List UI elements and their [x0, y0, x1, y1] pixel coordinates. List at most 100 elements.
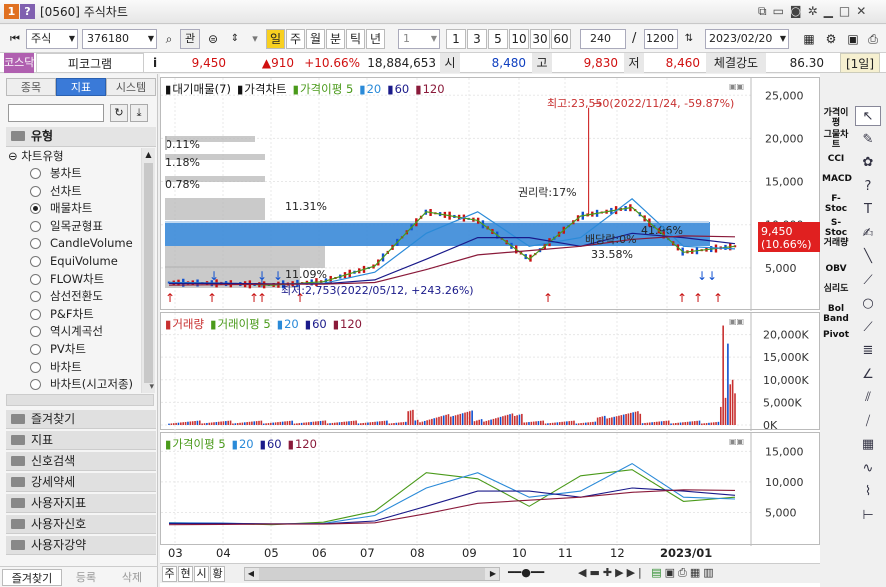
- line-icon[interactable]: ╲: [855, 247, 881, 267]
- scroll-right-icon[interactable]: ▶: [487, 568, 499, 580]
- save-icon[interactable]: ▣: [844, 29, 862, 49]
- tab-stock[interactable]: 종목: [6, 78, 56, 96]
- play-icon[interactable]: ▶: [615, 566, 626, 579]
- folder-item[interactable]: 사용자지표: [6, 494, 156, 513]
- link-icon[interactable]: ⧉: [758, 4, 773, 18]
- tab-system[interactable]: 시스템: [106, 78, 156, 96]
- chart-icon[interactable]: ▦: [690, 566, 703, 579]
- period-button[interactable]: 주: [286, 29, 305, 49]
- code-input[interactable]: 376180 ▼: [82, 29, 157, 49]
- ruler-icon[interactable]: ⊢: [855, 506, 881, 526]
- minus-icon[interactable]: ▬: [589, 566, 602, 579]
- indicator-shortcut[interactable]: 거래량: [822, 238, 850, 248]
- chart-type-item[interactable]: 삼선전환도: [0, 288, 140, 305]
- register-button[interactable]: 등록: [64, 569, 108, 586]
- tree-root[interactable]: ⊖ 차트유형: [8, 148, 148, 165]
- interval-button[interactable]: 10: [509, 29, 529, 49]
- indicator-shortcut[interactable]: F-Stoc: [822, 194, 850, 214]
- andrews-icon[interactable]: ⧸: [855, 412, 881, 432]
- interval-button[interactable]: 60: [551, 29, 571, 49]
- gann-icon[interactable]: ▦: [855, 435, 881, 455]
- scrollbar[interactable]: ▲: [141, 148, 155, 393]
- cycle-icon[interactable]: ⌇: [855, 482, 881, 502]
- plus-icon[interactable]: ✚: [603, 566, 615, 579]
- period-button[interactable]: 년: [366, 29, 385, 49]
- panel-controls[interactable]: ▣▣: [729, 82, 744, 91]
- indicator-shortcut[interactable]: Bol Band: [822, 304, 850, 324]
- view-button[interactable]: 현: [178, 566, 193, 582]
- folder-item[interactable]: 신호검색: [6, 452, 156, 471]
- radio-icon[interactable]: [30, 220, 41, 232]
- chart-type-item[interactable]: 봉차트: [0, 165, 140, 182]
- interval-button[interactable]: 5: [488, 29, 508, 49]
- time-scrollbar[interactable]: ◀ ▶: [244, 567, 500, 581]
- chart-type-item[interactable]: 역시계곡선: [0, 323, 140, 340]
- radio-icon[interactable]: [30, 168, 41, 179]
- layout-icon[interactable]: ▥: [703, 566, 716, 579]
- refresh-icon[interactable]: ↻: [110, 104, 128, 122]
- up-down-icon[interactable]: ⇕: [226, 29, 244, 49]
- h-scrollbar[interactable]: [6, 394, 154, 406]
- view-button[interactable]: 황: [210, 566, 225, 582]
- chart-type-item[interactable]: CandleVolume: [0, 235, 140, 252]
- favorite-button[interactable]: 관: [180, 29, 200, 49]
- period-button[interactable]: 틱: [346, 29, 365, 49]
- view-button[interactable]: 주: [162, 566, 177, 582]
- panel-controls[interactable]: ▣▣: [729, 437, 744, 446]
- download-icon[interactable]: ⤓: [130, 104, 148, 122]
- radio-icon[interactable]: [30, 291, 41, 303]
- section-type[interactable]: 유형: [6, 127, 156, 147]
- radio-icon[interactable]: [30, 256, 41, 267]
- channel-icon[interactable]: ⫽: [855, 388, 881, 408]
- minimize-icon[interactable]: ▁: [824, 4, 839, 18]
- chart-type-item[interactable]: 선차트: [0, 183, 140, 200]
- calendar-icon[interactable]: ▦: [800, 29, 818, 49]
- market-select[interactable]: 주식 ▼: [26, 29, 78, 49]
- interval-button[interactable]: 30: [530, 29, 550, 49]
- link-icon[interactable]: ⊜: [204, 29, 222, 49]
- indicator-shortcut[interactable]: S-Stoc: [822, 218, 850, 238]
- period-button[interactable]: 분: [326, 29, 345, 49]
- folder-item[interactable]: 즐겨찾기: [6, 410, 156, 429]
- panel-controls[interactable]: ▣▣: [729, 317, 744, 326]
- settings-icon[interactable]: ✲: [808, 4, 824, 18]
- dropdown-icon[interactable]: ▾: [246, 29, 264, 49]
- search-icon[interactable]: ⌕: [160, 29, 178, 49]
- pen-icon[interactable]: ✍: [855, 224, 881, 244]
- print-icon[interactable]: ⎙: [678, 566, 690, 579]
- tab-favorites[interactable]: 즐겨찾기: [2, 569, 62, 586]
- chart-type-item[interactable]: EquiVolume: [0, 253, 140, 270]
- ray-icon[interactable]: ⟋: [855, 271, 881, 291]
- period-button[interactable]: 월: [306, 29, 325, 49]
- indicator-shortcut[interactable]: Pivot: [822, 330, 850, 340]
- print-icon[interactable]: ⎙: [864, 29, 882, 49]
- zoom-slider[interactable]: ━━●━━: [508, 566, 574, 582]
- end-icon[interactable]: ▶|: [627, 566, 645, 579]
- ma-panel[interactable]: 15,000 10,000 5,000 ▮가격이평 5 ▮20 ▮60 ▮120 ▣▣: [160, 432, 820, 546]
- interval-select[interactable]: 1 ▼: [398, 29, 440, 49]
- price-panel[interactable]: 0.11% 1.18% 0.78% 11.31% 41.96% 33.58% 11.09% …: [160, 77, 820, 311]
- radio-icon[interactable]: [30, 308, 41, 320]
- indicator-shortcut[interactable]: 심리도: [822, 284, 850, 294]
- gear-icon[interactable]: ⚙: [822, 29, 840, 49]
- wave-icon[interactable]: ∿: [855, 459, 881, 479]
- fibo-icon[interactable]: ≣: [855, 341, 881, 361]
- angle-icon[interactable]: ∠: [855, 365, 881, 385]
- maximize-icon[interactable]: □: [839, 4, 856, 18]
- date-input[interactable]: 2023/02/20 ▼: [705, 29, 789, 49]
- scroll-up-icon[interactable]: ▲: [142, 148, 155, 161]
- interval-button[interactable]: 3: [467, 29, 487, 49]
- close-icon[interactable]: ✕: [856, 4, 872, 18]
- chart-type-item[interactable]: PV차트: [0, 341, 140, 358]
- radio-icon[interactable]: [30, 361, 41, 373]
- view-button[interactable]: 시: [194, 566, 209, 582]
- radio-icon[interactable]: [30, 326, 41, 338]
- eraser-icon[interactable]: ✎: [855, 130, 881, 150]
- radio-icon[interactable]: [30, 273, 41, 285]
- indicator-shortcut[interactable]: MACD: [822, 174, 852, 184]
- spin-icon[interactable]: ⇅: [680, 29, 698, 49]
- scroll-left-icon[interactable]: ◀: [245, 568, 257, 580]
- question-icon[interactable]: ?: [855, 177, 881, 197]
- tab-indicator[interactable]: 지표: [56, 78, 106, 96]
- app-icon[interactable]: 1: [4, 4, 19, 19]
